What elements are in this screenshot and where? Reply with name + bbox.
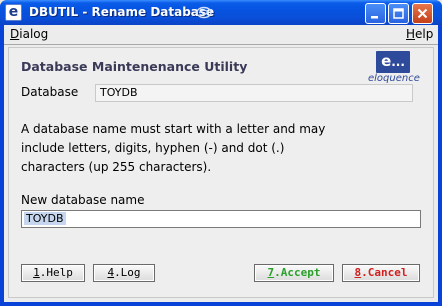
menu-dialog-mnemonic: D (10, 27, 20, 41)
accept-button[interactable]: 7.Accept (254, 264, 334, 282)
close-icon (417, 8, 428, 19)
help-label: .Help (39, 266, 73, 279)
window: e DBUTIL - Rename Database Dialog Help D… (0, 0, 442, 306)
window-title: DBUTIL - Rename Database (29, 5, 215, 19)
maximize-button[interactable] (388, 3, 409, 24)
accept-label: .Accept (274, 266, 321, 279)
logo-text: eloquence (368, 73, 420, 84)
help-key: 1 (33, 266, 40, 279)
menu-dialog-label: ialog (19, 27, 49, 41)
logo-letter: e (381, 52, 392, 70)
maximize-icon (393, 8, 404, 19)
menu-dialog[interactable]: Dialog (10, 27, 48, 41)
help-button[interactable]: 1.Help (21, 264, 85, 282)
info-line: include letters, digits, hyphen (-) and … (21, 141, 285, 155)
new-name-input[interactable]: TOYDB (21, 210, 421, 228)
log-label: .Log (114, 266, 141, 279)
panel-heading: Database Maintenenance Utility (21, 59, 248, 74)
app-icon: e (5, 4, 22, 21)
minimize-icon (371, 16, 378, 19)
new-name-label: New database name (21, 193, 145, 207)
menu-bar: Dialog Help (4, 25, 438, 45)
eloquence-logo: e... (376, 51, 410, 73)
menu-help[interactable]: Help (406, 27, 433, 41)
menu-help-label: elp (415, 27, 434, 41)
database-field: TOYDB (95, 84, 413, 102)
main-panel: Database Maintenenance Utility e... eloq… (8, 47, 434, 298)
minimize-button[interactable] (365, 3, 386, 24)
cancel-button[interactable]: 8.Cancel (342, 264, 420, 282)
info-line: characters (up 255 characters). (21, 160, 212, 174)
database-label: Database (21, 85, 79, 99)
logo-dots: ... (391, 55, 405, 69)
cancel-label: .Cancel (361, 266, 408, 279)
title-bar[interactable]: e DBUTIL - Rename Database (0, 0, 442, 25)
client-area: Dialog Help Database Maintenenance Utili… (4, 25, 438, 302)
info-text: A database name must start with a letter… (21, 120, 401, 177)
menu-help-mnemonic: H (406, 27, 416, 41)
new-name-value: TOYDB (24, 212, 66, 225)
close-button[interactable] (412, 3, 433, 24)
swirl-icon (196, 6, 212, 19)
info-line: A database name must start with a letter… (21, 122, 326, 136)
log-button[interactable]: 4.Log (93, 264, 155, 282)
